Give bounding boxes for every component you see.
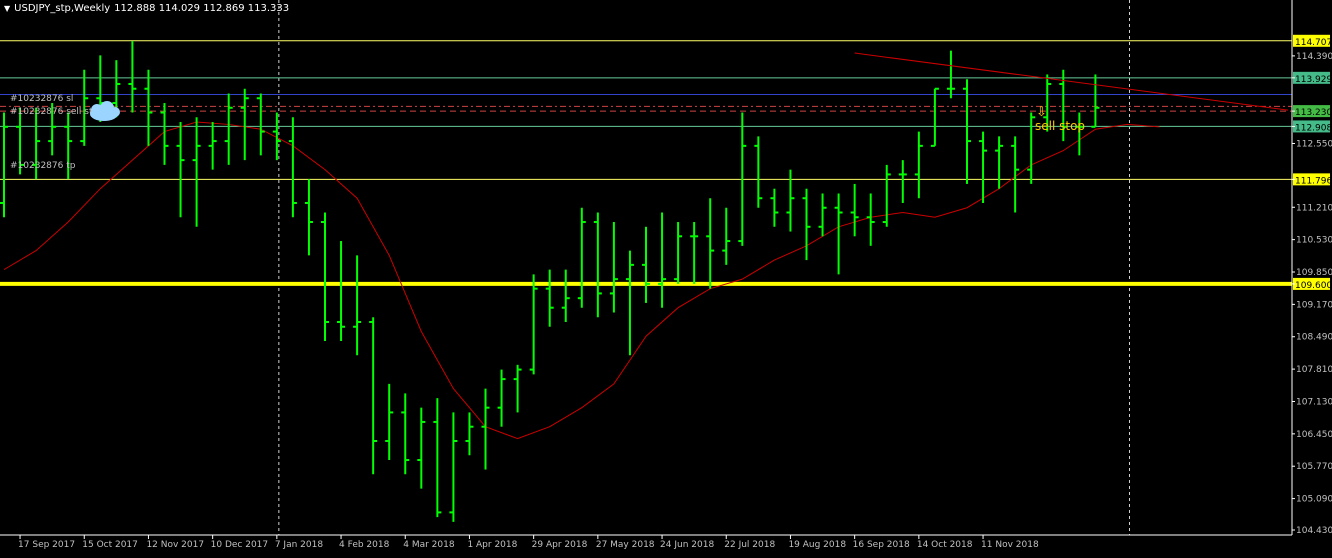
x-tick-label: 7 Jan 2018: [275, 540, 323, 550]
x-tick-label: 1 Apr 2018: [467, 540, 517, 550]
y-tick-label: 109.170: [1296, 300, 1332, 310]
order-sl-label[interactable]: #10232876 sl: [10, 94, 73, 104]
order-tp-label[interactable]: #10232876 tp: [10, 161, 76, 171]
chart-root[interactable]: 114.707 113.929 113.230 112.908 111.796 109.6…: [0, 0, 1332, 554]
x-tick-label: 22 Jul 2018: [724, 540, 775, 550]
y-tick-label: 104.430: [1296, 526, 1332, 536]
x-tick-label: 17 Sep 2017: [18, 540, 75, 550]
x-tick-label: 27 May 2018: [596, 540, 655, 550]
chart-canvas[interactable]: 114.707 113.929 113.230 112.908 111.796 109.6…: [0, 0, 1332, 554]
x-tick-label: 15 Oct 2017: [82, 540, 138, 550]
y-tick-label: 112.550: [1296, 139, 1332, 149]
y-tick-label: 106.450: [1296, 430, 1332, 440]
sell-stop-annotation[interactable]: sell stop: [1035, 119, 1085, 133]
y-tick-label: 109.850: [1296, 268, 1332, 278]
y-tick-label: 105.770: [1296, 462, 1332, 472]
ohlc-readout: 112.888 114.029 112.869 113.333: [114, 3, 290, 14]
price-tag-label: 113.929: [1295, 75, 1332, 85]
sell-stop-arrow-icon: ⇩: [1036, 105, 1047, 120]
price-tag-label: 112.908: [1295, 123, 1332, 133]
x-tick-label: 24 Jun 2018: [660, 540, 714, 550]
y-tick-label: 114.390: [1296, 52, 1332, 62]
y-tick-label: 111.210: [1296, 203, 1332, 213]
chart-header: ▼ USDJPY_stp,Weekly 112.888 114.029 112.…: [4, 3, 289, 14]
x-tick-label: 12 Nov 2017: [146, 540, 204, 550]
price-tag-label: 114.707: [1295, 38, 1332, 48]
x-tick-label: 4 Mar 2018: [403, 540, 455, 550]
x-tick-label: 19 Aug 2018: [788, 540, 846, 550]
price-tag-label: 113.230: [1295, 108, 1332, 118]
y-tick-label: 107.130: [1296, 397, 1332, 407]
y-tick-label: 110.530: [1296, 236, 1332, 246]
x-tick-label: 11 Nov 2018: [981, 540, 1039, 550]
order-sell-stop-label[interactable]: #10232876 sell stop: [10, 107, 104, 117]
triangle-down-icon[interactable]: ▼: [4, 4, 10, 13]
y-tick-label: 107.810: [1296, 365, 1332, 375]
x-tick-label: 4 Feb 2018: [339, 540, 390, 550]
price-tag-label: 109.600: [1295, 281, 1332, 291]
y-tick-label: 108.490: [1296, 333, 1332, 343]
y-tick-label: 105.090: [1296, 495, 1332, 505]
symbol-period: USDJPY_stp,Weekly: [14, 3, 111, 14]
chart-background: [0, 0, 1332, 554]
x-tick-label: 29 Apr 2018: [532, 540, 588, 550]
x-tick-label: 14 Oct 2018: [917, 540, 973, 550]
x-tick-label: 10 Dec 2017: [211, 540, 269, 550]
price-tag-label: 111.796: [1295, 176, 1332, 186]
x-tick-label: 16 Sep 2018: [853, 540, 910, 550]
